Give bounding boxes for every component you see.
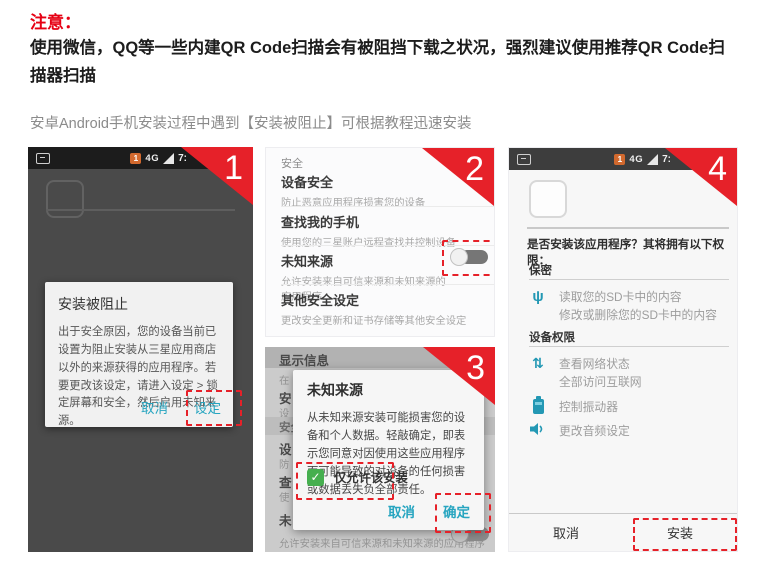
app-icon-placeholder (529, 180, 567, 218)
highlight-ok-button (435, 493, 491, 533)
panel-step4-install-permissions: 1 4G 7: 是否安装该应用程序？其将拥有以下权限： 保密 ψ 读取您的SD卡… (508, 147, 738, 552)
divider (527, 227, 729, 229)
section-device-permissions: 设备权限 (529, 329, 575, 345)
network-4g-icon: 4G (629, 154, 643, 165)
sub-note: 安卓Android手机安装过程中遇到【安装被阻止】可根据教程迅速安装 (30, 112, 740, 133)
step-number: 2 (465, 152, 484, 186)
clock-text: 7: (662, 154, 671, 165)
step-number: 1 (224, 151, 243, 185)
network-4g-icon: 4G (145, 153, 159, 164)
usb-icon: ψ (529, 288, 547, 325)
dialog-title: 未知来源 (307, 380, 470, 400)
dimmed-row-title: 未 (279, 510, 292, 529)
notification-badge: 1 (130, 153, 141, 164)
cancel-button[interactable]: 取消 (141, 397, 168, 417)
highlight-allow-once-checkbox (296, 462, 394, 500)
panel-step1-install-blocked: 1 4G 7: 安装被阻止 出于安全原因，您的设备当前已设置为阻止安装从三星应用… (28, 147, 253, 552)
highlight-install-button (633, 518, 737, 551)
settings-row-device-security[interactable]: 设备安全 防止恶意应用程序损害您的设备 (281, 172, 482, 209)
divider (529, 279, 729, 280)
dimmed-row-title: 显示信息 (279, 350, 329, 369)
cancel-button[interactable]: 取消 (509, 514, 623, 551)
screen-title: 安全 (281, 155, 303, 171)
notice-body: 使用微信，QQ等一些内建QR Code扫描会有被阻挡下载之状况，强烈建议使用推荐… (30, 34, 740, 91)
step-ribbon: 1 (181, 147, 253, 205)
tutorial-page: 注意： 使用微信，QQ等一些内建QR Code扫描会有被阻挡下载之状况，强烈建议… (0, 0, 767, 570)
panel-step3-unknown-sources-dialog: 显示信息 在 安 设 安全 设 防 查 使 未 允许安装来自可信来源和未知来源的… (265, 347, 495, 552)
sim-card-icon (36, 153, 50, 164)
permission-vibration: 控制振动器 (529, 398, 731, 416)
dimmed-row-sub: 防 (279, 456, 289, 471)
step-number: 4 (708, 152, 727, 186)
dimmed-row-sub: 使 (279, 489, 289, 504)
permission-sdcard: ψ 读取您的SD卡中的内容 修改或删除您的SD卡中的内容 (529, 288, 731, 325)
signal-icon (647, 154, 658, 165)
divider (529, 346, 729, 347)
permission-network: ⇅ 查看网络状态 全部访问互联网 (529, 355, 731, 392)
cancel-button[interactable]: 取消 (388, 501, 415, 521)
dialog-title: 安装被阻止 (58, 294, 220, 314)
divider (281, 206, 494, 207)
sim-card-icon (517, 154, 531, 165)
panel-step2-security-settings: 安全 设备安全 防止恶意应用程序损害您的设备 查找我的手机 使用您的三星账户远程… (265, 147, 495, 337)
step-number: 3 (466, 351, 485, 385)
permission-audio: 更改音频设定 (529, 422, 731, 440)
highlight-settings-button (186, 390, 242, 426)
install-question: 是否安装该应用程序？其将拥有以下权限： (527, 236, 731, 268)
section-privacy: 保密 (529, 262, 552, 278)
settings-row-other-security[interactable]: 其他安全设定 更改安全更新和证书存储等其他安全设定 (281, 290, 482, 327)
speaker-icon (529, 422, 547, 440)
highlight-unknown-sources-toggle (442, 240, 495, 276)
notification-badge: 1 (614, 154, 625, 165)
up-down-arrows-icon: ⇅ (529, 355, 547, 392)
clock-text: 7: (178, 153, 187, 164)
signal-icon (163, 153, 174, 164)
notice-title: 注意： (30, 8, 81, 33)
dimmed-row-sub: 在 (279, 372, 289, 387)
battery-icon (529, 398, 547, 416)
divider (46, 209, 235, 211)
app-icon-placeholder (46, 180, 84, 218)
divider (281, 284, 494, 285)
